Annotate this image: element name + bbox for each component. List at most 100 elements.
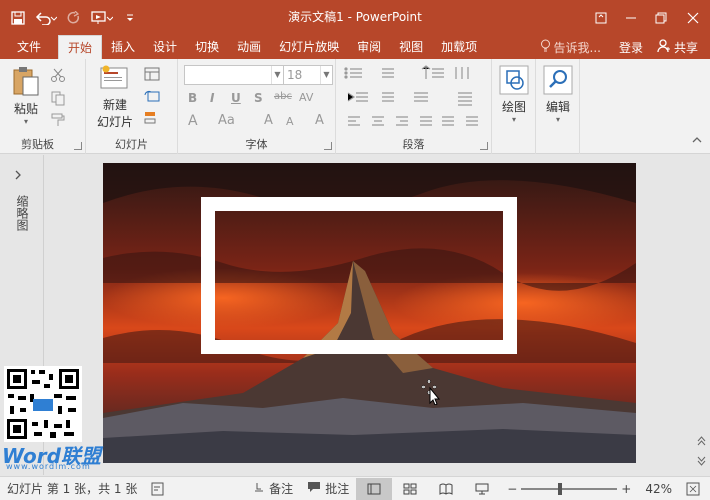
font-color-icon[interactable]: A <box>188 113 198 129</box>
chevron-down-icon: ▼ <box>320 66 332 84</box>
underline-icon[interactable]: U <box>231 91 241 105</box>
notes-button[interactable]: 备注 <box>246 480 300 497</box>
title-bar: 演示文稿1 - PowerPoint <box>0 0 710 35</box>
slide-canvas[interactable] <box>103 163 636 463</box>
bold-icon[interactable]: B <box>188 91 197 105</box>
reset-slide-icon[interactable] <box>144 89 160 105</box>
undo-icon[interactable] <box>30 6 62 30</box>
clipboard-group: 粘贴 ▾ 剪贴板 <box>0 59 86 154</box>
copy-icon[interactable] <box>50 90 66 106</box>
format-painter-icon[interactable] <box>50 112 66 128</box>
ribbon-display-icon[interactable] <box>586 0 616 35</box>
minimize-icon[interactable] <box>616 0 646 35</box>
font-group-label: 字体 <box>245 138 268 151</box>
status-bar: 幻灯片 第 1 张，共 1 张 备注 批注 − + 42% <box>0 476 710 500</box>
paste-label: 粘贴 <box>13 102 38 116</box>
thumbnails-label: 缩略图 <box>15 195 29 231</box>
find-icon <box>543 65 573 95</box>
paragraph-controls <box>344 65 478 126</box>
font-size-value: 18 <box>287 68 303 82</box>
zoom-slider-knob[interactable] <box>558 482 563 495</box>
font-group: ▼ 18 ▼ B I U S abc AV A Aa A A A 字体 <box>178 59 336 154</box>
tab-animations[interactable]: 动画 <box>228 35 270 59</box>
section-icon[interactable] <box>144 111 160 127</box>
close-icon[interactable] <box>676 0 710 35</box>
zoom-in-icon[interactable]: + <box>621 482 631 496</box>
font-launcher-icon[interactable] <box>324 142 332 150</box>
editing-label: 编辑 <box>545 100 570 114</box>
lightbulb-icon <box>540 39 551 55</box>
person-icon <box>657 38 671 56</box>
new-slide-button[interactable]: 新建 幻灯片 <box>90 65 140 130</box>
tab-insert[interactable]: 插入 <box>102 35 144 59</box>
chevron-down-icon: ▼ <box>271 66 283 84</box>
slides-group: 新建 幻灯片 幻灯片 <box>86 59 178 154</box>
zoom-slider[interactable] <box>521 482 618 495</box>
tab-design[interactable]: 设计 <box>144 35 186 59</box>
sign-in-link[interactable]: 登录 <box>611 39 651 56</box>
scroll-next-slide-icon[interactable] <box>697 455 706 469</box>
character-spacing-icon[interactable]: AV <box>299 91 313 104</box>
comments-label: 批注 <box>325 482 350 496</box>
strikethrough-icon[interactable]: abc <box>274 91 292 102</box>
tab-view[interactable]: 视图 <box>390 35 432 59</box>
paragraph-launcher-icon[interactable] <box>480 142 488 150</box>
clear-formatting-icon[interactable]: A <box>315 113 324 128</box>
reading-view-icon[interactable] <box>428 478 464 500</box>
clipboard-group-label: 剪贴板 <box>21 138 54 151</box>
clipboard-launcher-icon[interactable] <box>74 142 82 150</box>
layout-icon[interactable] <box>144 67 160 83</box>
slideshow-view-icon[interactable] <box>464 478 500 500</box>
paragraph-group-label: 段落 <box>402 138 425 151</box>
comments-button[interactable]: 批注 <box>300 480 356 497</box>
tab-slideshow[interactable]: 幻灯片放映 <box>270 35 348 59</box>
redo-icon[interactable] <box>62 6 86 30</box>
tab-transitions[interactable]: 切换 <box>186 35 228 59</box>
drawing-button[interactable]: 绘图 ▾ <box>495 65 533 124</box>
editing-group: 编辑 ▾ <box>536 59 580 154</box>
share-button[interactable]: 共享 <box>651 38 710 56</box>
collapse-ribbon-icon[interactable] <box>692 134 702 147</box>
watermark-url: www.wordlm.com <box>6 462 91 471</box>
move-cursor-icon <box>420 378 441 408</box>
tab-home[interactable]: 开始 <box>58 35 103 59</box>
vertical-scrollbar[interactable] <box>693 155 710 475</box>
expand-thumbnails-icon[interactable] <box>14 169 22 183</box>
tab-file[interactable]: 文件 <box>0 35 54 59</box>
present-from-start-icon[interactable] <box>86 6 118 30</box>
scroll-prev-slide-icon[interactable] <box>697 435 706 449</box>
fit-to-window-icon[interactable] <box>679 482 710 496</box>
tell-me-search[interactable]: 告诉我... <box>530 39 611 56</box>
grow-font-icon[interactable]: A <box>264 113 273 128</box>
tab-addins[interactable]: 加载项 <box>432 35 486 59</box>
zoom-level[interactable]: 42% <box>638 482 679 496</box>
cut-icon[interactable] <box>50 67 66 83</box>
new-slide-label-1: 新建 <box>102 98 127 112</box>
font-name-combo[interactable]: ▼ <box>184 65 284 85</box>
paragraph-group: 段落 <box>336 59 492 154</box>
normal-view-icon[interactable] <box>356 477 393 500</box>
font-size-combo[interactable]: 18 ▼ <box>283 65 333 85</box>
italic-icon[interactable]: I <box>210 91 214 105</box>
shrink-font-icon[interactable]: A <box>286 115 294 128</box>
shapes-icon <box>499 65 529 95</box>
quick-access-toolbar <box>0 0 142 35</box>
white-frame-shape[interactable] <box>201 197 517 354</box>
drawing-label: 绘图 <box>501 100 526 114</box>
tell-me-label: 告诉我... <box>553 40 601 55</box>
shadow-icon[interactable]: S <box>254 91 263 105</box>
restore-icon[interactable] <box>646 0 676 35</box>
tab-review[interactable]: 审阅 <box>348 35 390 59</box>
editing-button[interactable]: 编辑 ▾ <box>539 65 577 124</box>
save-icon[interactable] <box>6 6 30 30</box>
zoom-control: − + <box>500 482 638 496</box>
customize-qat-icon[interactable] <box>118 6 142 30</box>
comment-icon <box>307 481 321 496</box>
paste-icon <box>13 67 39 96</box>
slide-sorter-icon[interactable] <box>392 478 428 500</box>
slide-counter: 幻灯片 第 1 张，共 1 张 <box>7 482 138 496</box>
change-case-icon[interactable]: Aa <box>218 113 235 128</box>
zoom-out-icon[interactable]: − <box>507 482 517 496</box>
paste-button[interactable]: 粘贴 ▾ <box>8 65 44 126</box>
spell-check-icon[interactable] <box>144 482 172 496</box>
